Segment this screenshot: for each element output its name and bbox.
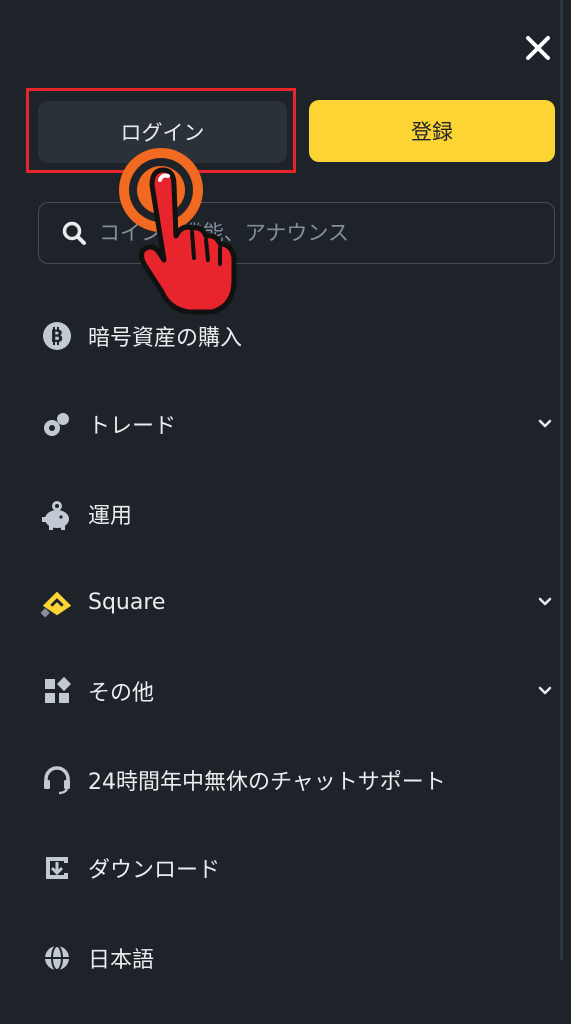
menu-item-square[interactable]: Square xyxy=(40,574,555,630)
chevron-down-icon xyxy=(535,414,555,434)
menu-item-label: 24時間年中無休のチャットサポート xyxy=(88,770,446,795)
chevron-down-icon xyxy=(535,592,555,612)
menu-item-language[interactable]: 日本語 xyxy=(40,930,555,986)
login-button[interactable]: ログイン xyxy=(38,101,287,163)
menu-item-label: 暗号資産の購入 xyxy=(88,326,243,351)
trade-icon xyxy=(40,407,74,441)
menu-item-trade[interactable]: トレード xyxy=(40,396,555,452)
search-icon xyxy=(62,221,86,245)
headset-icon xyxy=(40,763,74,797)
download-icon xyxy=(40,851,74,885)
scrollbar[interactable] xyxy=(560,0,566,1024)
menu-item-support[interactable]: 24時間年中無休のチャットサポート xyxy=(40,752,555,808)
bitcoin-icon: B xyxy=(40,319,74,353)
scroll-thumb[interactable] xyxy=(560,0,563,960)
piggy-bank-icon xyxy=(40,497,74,531)
menu-item-label: 運用 xyxy=(88,504,133,529)
grid-icon xyxy=(40,674,74,708)
close-button[interactable] xyxy=(520,30,556,66)
search-input[interactable] xyxy=(97,220,521,246)
chevron-down-icon xyxy=(535,681,555,701)
menu-item-label: Square xyxy=(88,589,166,615)
menu-item-more[interactable]: その他 xyxy=(40,663,555,719)
menu-item-label: 日本語 xyxy=(88,948,155,973)
search-box[interactable] xyxy=(38,202,555,264)
register-button[interactable]: 登録 xyxy=(309,100,555,162)
close-icon xyxy=(526,36,550,60)
menu-item-label: ダウンロード xyxy=(88,858,221,883)
square-icon xyxy=(40,585,74,619)
menu-item-earn[interactable]: 運用 xyxy=(40,486,555,542)
menu-item-buy-crypto[interactable]: B 暗号資産の購入 xyxy=(40,308,555,364)
globe-icon xyxy=(40,941,74,975)
menu-item-download[interactable]: ダウンロード xyxy=(40,840,555,896)
menu-item-label: その他 xyxy=(88,681,155,706)
menu-item-label: トレード xyxy=(88,414,177,439)
